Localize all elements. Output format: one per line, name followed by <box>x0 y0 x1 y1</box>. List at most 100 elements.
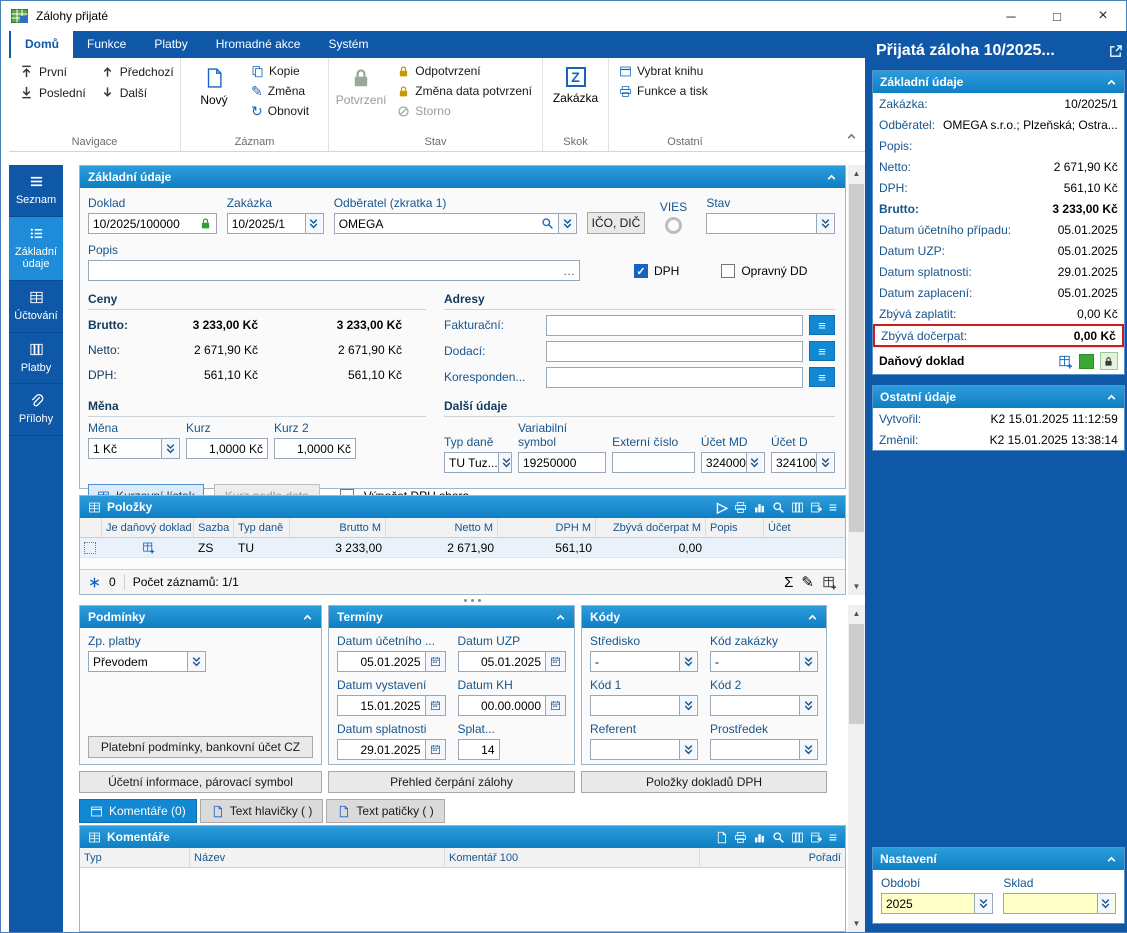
chart-icon[interactable] <box>753 501 766 514</box>
kod1-dropdown-button[interactable] <box>679 696 696 715</box>
scroll-track[interactable] <box>848 182 865 578</box>
mena-field[interactable]: 1 Kč <box>88 438 180 459</box>
variabilni-symbol-field[interactable]: 19250000 <box>518 452 606 473</box>
tab-text-hlavicky[interactable]: Text hlavičky ( ) <box>200 799 324 823</box>
copy-record-button[interactable]: Kopie <box>245 61 315 81</box>
kod-zakazky-field[interactable]: - <box>710 651 818 672</box>
datum-splatnosti-field[interactable]: 29.01.2025 <box>337 739 426 760</box>
right-section-header-nastaveni[interactable]: Nastavení <box>873 848 1124 870</box>
sklad-field[interactable] <box>1003 893 1115 914</box>
jump-to-order-button[interactable]: ZZakázka <box>547 61 604 107</box>
scroll-down-button[interactable]: ▼ <box>848 915 865 932</box>
popis-more-button[interactable]: … <box>563 264 575 278</box>
col-nazev[interactable]: Název <box>190 848 445 867</box>
print-icon[interactable] <box>734 831 747 844</box>
kurz2-field[interactable]: 1,0000 Kč <box>274 438 356 459</box>
calendar-button[interactable] <box>546 695 566 716</box>
zp-platby-field[interactable]: Převodem <box>88 651 206 672</box>
datum-kh-field[interactable]: 00.00.0000 <box>458 695 547 716</box>
sidebar-item-seznam[interactable]: Seznam <box>9 165 63 217</box>
change-confirm-date-button[interactable]: Změna data potvrzení <box>391 81 538 101</box>
maximize-button[interactable]: □ <box>1034 1 1080 31</box>
polozky-dokladu-dph-button[interactable]: Položky dokladů DPH <box>581 771 827 793</box>
col-zbyva-docerpat-m[interactable]: Zbývá dočerpat M <box>596 518 706 537</box>
scroll-up-button[interactable]: ▲ <box>848 605 865 622</box>
ucet-d-dropdown-button[interactable] <box>816 453 833 472</box>
datum-uzp-field[interactable]: 05.01.2025 <box>458 651 547 672</box>
col-netto-m[interactable]: Netto M <box>386 518 498 537</box>
korespondencni-field[interactable] <box>546 367 803 388</box>
prehled-cerpani-button[interactable]: Přehled čerpání zálohy <box>328 771 575 793</box>
obdobi-field[interactable]: 2025 <box>881 893 993 914</box>
dodaci-field[interactable] <box>546 341 803 362</box>
scroll-down-button[interactable]: ▼ <box>848 578 865 595</box>
col-brutto-m[interactable]: Brutto M <box>290 518 386 537</box>
ucetni-informace-button[interactable]: Účetní informace, párovací symbol <box>79 771 322 793</box>
right-section-header-ostatni-udaje[interactable]: Ostatní údaje <box>873 386 1124 408</box>
ucet-d-field[interactable]: 324100 <box>771 452 835 473</box>
select-book-button[interactable]: Vybrat knihu <box>613 61 714 81</box>
kod2-dropdown-button[interactable] <box>799 696 816 715</box>
externi-cislo-field[interactable] <box>612 452 695 473</box>
ico-dic-button[interactable]: IČO, DIČ <box>587 212 644 234</box>
menu-icon[interactable]: ≡ <box>829 500 837 514</box>
kurz-field[interactable]: 1,0000 Kč <box>186 438 268 459</box>
calendar-button[interactable] <box>546 651 566 672</box>
search-icon[interactable] <box>772 831 785 844</box>
popis-field[interactable]: … <box>88 260 580 281</box>
scroll-thumb[interactable] <box>849 624 864 724</box>
lookup-icon[interactable] <box>541 217 554 230</box>
next-record-button[interactable]: Další <box>94 82 180 103</box>
doklad-field[interactable]: 10/2025/100000 <box>88 213 217 234</box>
col-sazba[interactable]: Sazba <box>194 518 234 537</box>
export-icon[interactable] <box>810 501 823 514</box>
minimize-button[interactable]: ─ <box>988 1 1034 31</box>
scroll-up-button[interactable]: ▲ <box>848 165 865 182</box>
calendar-button[interactable] <box>426 651 446 672</box>
main-bottom-scrollbar[interactable]: ▲ ▼ <box>848 605 865 932</box>
columns-icon[interactable] <box>791 831 804 844</box>
col-ucet[interactable]: Účet <box>764 518 804 537</box>
edit-record-button[interactable]: ✎Změna <box>245 81 315 101</box>
previous-record-button[interactable]: Předchozí <box>94 61 180 82</box>
zakazka-field[interactable]: 10/2025/1 <box>227 213 324 234</box>
right-section-header-zakladni-udaje[interactable]: Základní údaje <box>873 71 1124 93</box>
last-record-button[interactable]: Poslední <box>13 82 92 103</box>
col-komentar-100[interactable]: Komentář 100 <box>445 848 700 867</box>
scroll-track[interactable] <box>848 622 865 915</box>
odberatel-dropdown-button[interactable] <box>558 214 575 233</box>
print-icon[interactable] <box>734 501 747 514</box>
stredisko-dropdown-button[interactable] <box>679 652 696 671</box>
kod-zakazky-dropdown-button[interactable] <box>799 652 816 671</box>
col-poradi[interactable]: Pořadí <box>700 848 845 867</box>
dodaci-menu-button[interactable]: ≡ <box>809 341 835 361</box>
col-typ[interactable]: Typ <box>80 848 190 867</box>
search-icon[interactable] <box>772 501 785 514</box>
kod2-field[interactable] <box>710 695 818 716</box>
tax-document-icon[interactable] <box>1058 354 1073 369</box>
horizontal-splitter[interactable] <box>79 595 865 605</box>
col-dph-m[interactable]: DPH M <box>498 518 596 537</box>
obdobi-dropdown-button[interactable] <box>974 894 991 913</box>
referent-field[interactable] <box>590 739 698 760</box>
panel-header-terminy[interactable]: Termíny <box>329 606 574 628</box>
korespondencni-menu-button[interactable]: ≡ <box>809 367 835 387</box>
run-icon[interactable]: ▷ <box>717 500 728 514</box>
col-typ-dane[interactable]: Typ daně <box>234 518 290 537</box>
sidebar-item-prilohy[interactable]: Přílohy <box>9 384 63 436</box>
sidebar-item-platby[interactable]: Platby <box>9 333 63 385</box>
fakturacni-field[interactable] <box>546 315 803 336</box>
ribbon-tab-system[interactable]: Systém <box>314 31 382 58</box>
panel-header-kody[interactable]: Kódy <box>582 606 826 628</box>
chart-icon[interactable] <box>753 831 766 844</box>
ribbon-tab-hromadne-akce[interactable]: Hromadné akce <box>202 31 315 58</box>
export-icon[interactable] <box>810 831 823 844</box>
columns-icon[interactable] <box>791 501 804 514</box>
tab-text-paticky[interactable]: Text patičky ( ) <box>326 799 444 823</box>
stav-dropdown-button[interactable] <box>816 214 833 233</box>
unconfirm-button[interactable]: Odpotvrzení <box>391 61 538 81</box>
fakturacni-menu-button[interactable]: ≡ <box>809 315 835 335</box>
col-popis[interactable]: Popis <box>706 518 764 537</box>
ribbon-collapse-button[interactable] <box>846 131 857 145</box>
edit-item-icon[interactable]: ✎ <box>801 575 814 590</box>
